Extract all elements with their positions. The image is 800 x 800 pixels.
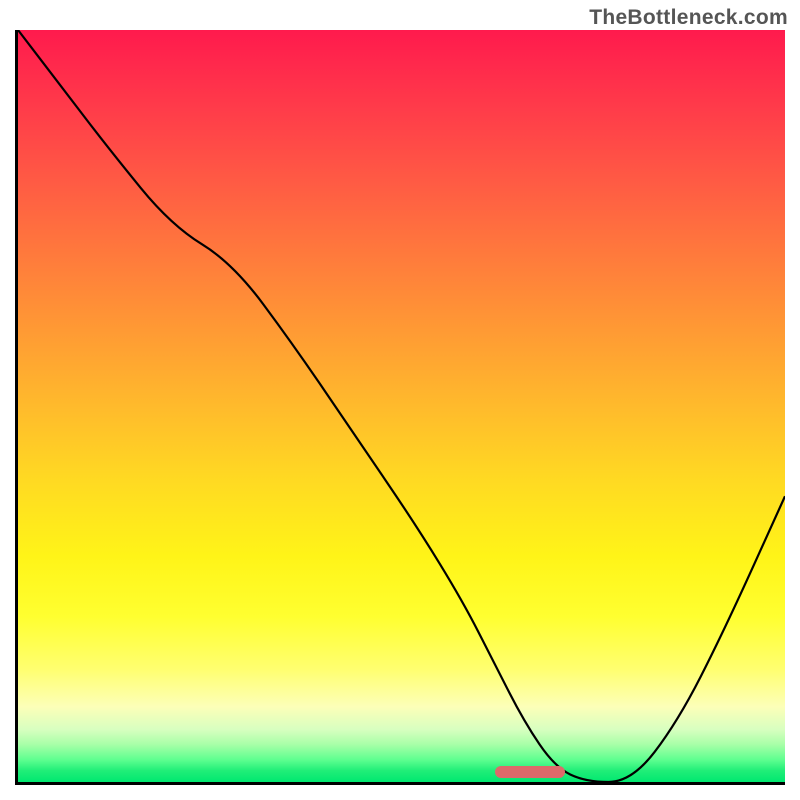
site-watermark: TheBottleneck.com xyxy=(589,6,788,30)
bottleneck-curve xyxy=(18,30,785,782)
optimum-range-marker xyxy=(495,766,564,778)
chart-plot-area xyxy=(15,30,785,785)
